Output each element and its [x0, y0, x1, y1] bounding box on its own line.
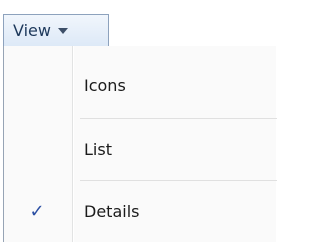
- menu-item-label: Icons: [84, 75, 126, 95]
- view-dropdown-menu: Icons List ✓ Details: [3, 46, 277, 242]
- chevron-down-icon: [57, 27, 68, 34]
- menu-item-list[interactable]: List: [4, 124, 277, 174]
- menu-item-label: List: [84, 139, 112, 159]
- view-button-label: View: [13, 21, 51, 40]
- view-dropdown-button[interactable]: View: [3, 14, 109, 46]
- menu-item-details[interactable]: ✓ Details: [4, 186, 277, 236]
- view-menu-screenshot: View Icons List ✓ Details: [0, 0, 277, 242]
- menu-item-icons[interactable]: Icons: [4, 60, 277, 110]
- checkmark-icon: ✓: [29, 200, 45, 222]
- menu-separator: [80, 180, 277, 181]
- menu-separator: [80, 118, 277, 119]
- menu-item-label: Details: [84, 201, 140, 221]
